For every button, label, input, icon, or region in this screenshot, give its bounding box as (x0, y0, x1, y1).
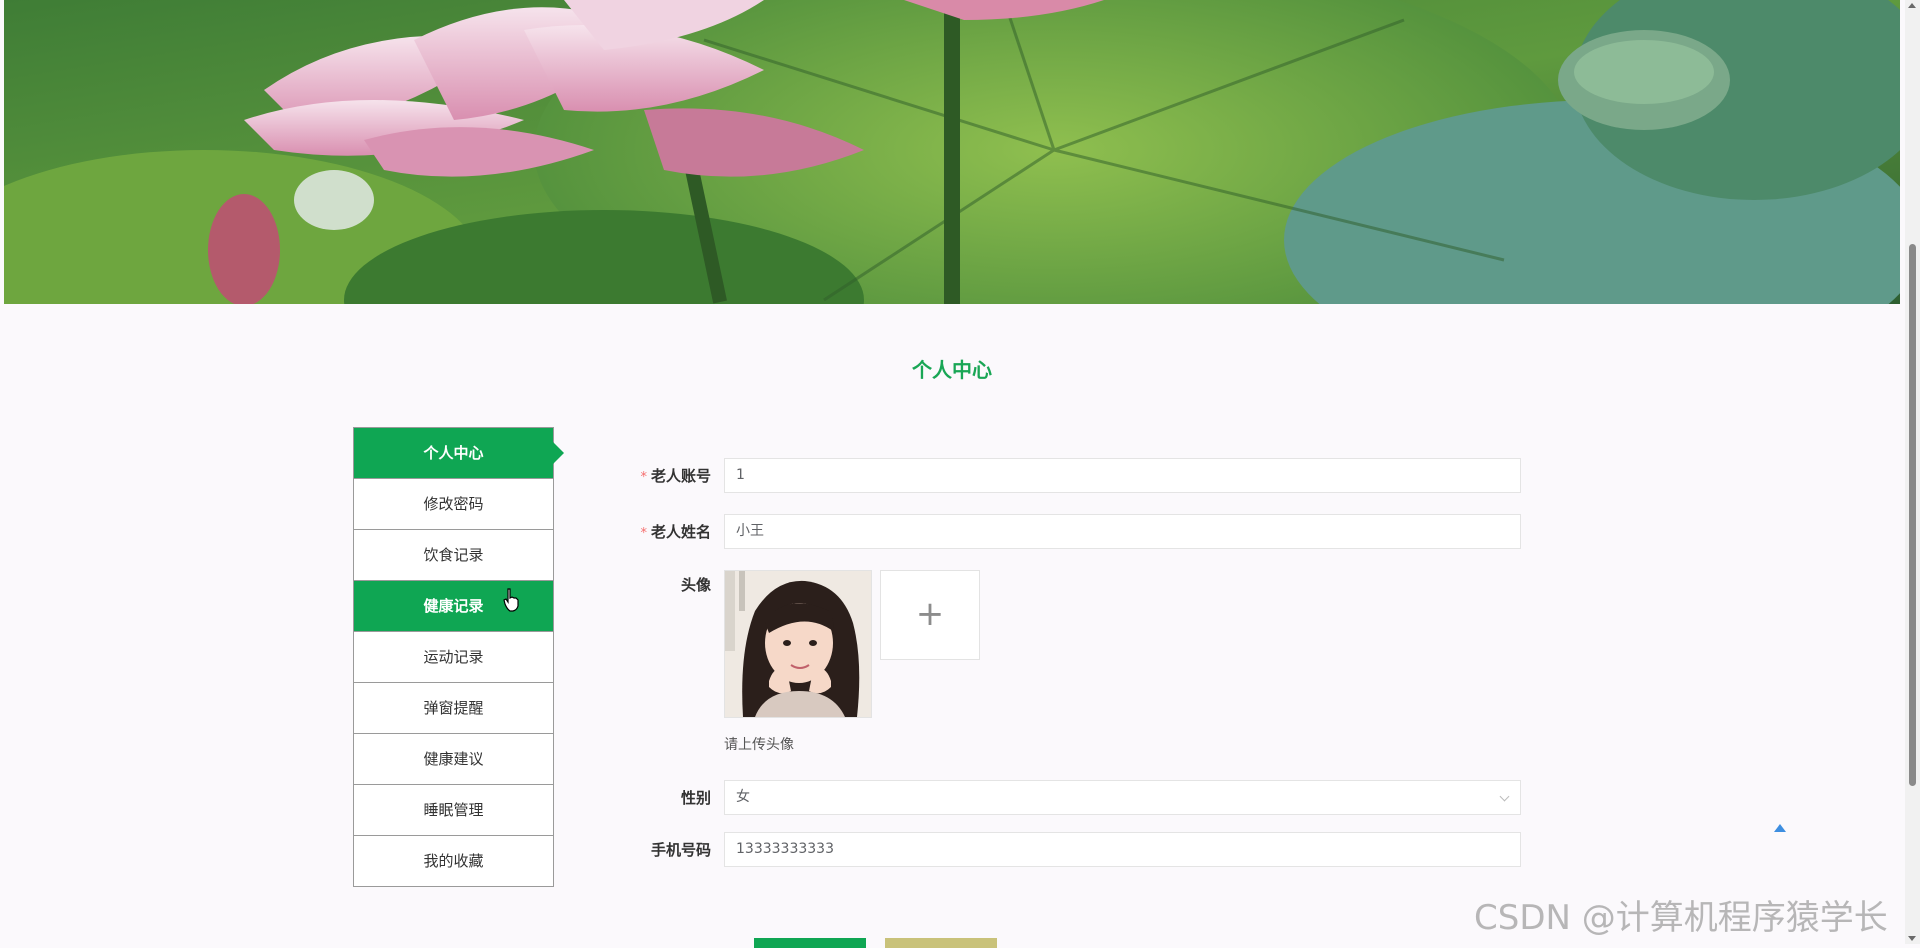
menu-item[interactable]: 健康建议 (354, 734, 553, 785)
account-label-text: 老人账号 (650, 467, 711, 485)
gender-value: 女 (736, 789, 750, 805)
menu-item[interactable]: 我的收藏 (354, 836, 553, 886)
avatar-label: 头像 (680, 576, 711, 594)
name-input[interactable]: 小王 (724, 514, 1521, 549)
side-menu: 个人中心 修改密码 饮食记录 健康记录 运动记录 弹窗提醒 健康建议 睡眠管理 我的收藏 (353, 427, 564, 887)
page-title: 个人中心 (912, 358, 992, 382)
header-banner (4, 0, 1900, 304)
reset-button[interactable] (885, 938, 997, 948)
hand-cursor-icon (503, 588, 519, 612)
scroll-thumb[interactable] (1909, 244, 1916, 786)
menu-item[interactable]: 健康记录 (354, 581, 553, 632)
save-button[interactable] (754, 938, 866, 948)
required-mark: * (640, 470, 647, 485)
scroll-down-icon[interactable] (1908, 936, 1916, 941)
menu-item[interactable]: 个人中心 (354, 428, 564, 479)
back-to-top-icon[interactable] (1774, 824, 1786, 832)
menu-item[interactable]: 睡眠管理 (354, 785, 553, 836)
page-scrollbar[interactable] (1905, 0, 1920, 944)
avatar-portrait (725, 571, 871, 717)
gender-select[interactable]: 女 (724, 780, 1521, 815)
menu-item[interactable]: 修改密码 (354, 479, 553, 530)
menu-item[interactable]: 弹窗提醒 (354, 683, 553, 734)
avatar-upload-button[interactable]: + (880, 570, 980, 660)
phone-label: 手机号码 (650, 841, 711, 859)
required-mark: * (640, 526, 647, 541)
scroll-up-icon[interactable] (1908, 3, 1916, 8)
watermark: CSDN @计算机程序猿学长 (1474, 898, 1888, 938)
avatar-image[interactable] (724, 570, 872, 718)
menu-item[interactable]: 饮食记录 (354, 530, 553, 581)
phone-input[interactable]: 13333333333 (724, 832, 1521, 867)
plus-icon: + (915, 594, 945, 634)
gender-label: 性别 (680, 789, 711, 807)
name-label-text: 老人姓名 (650, 523, 711, 541)
lotus-banner-image (4, 0, 1900, 304)
account-label: * 老人账号 (600, 465, 711, 486)
name-label: * 老人姓名 (600, 521, 711, 542)
avatar-upload-hint: 请上传头像 (724, 737, 794, 753)
menu-item[interactable]: 运动记录 (354, 632, 553, 683)
account-input[interactable]: 1 (724, 458, 1521, 493)
chevron-down-icon (1499, 791, 1510, 802)
